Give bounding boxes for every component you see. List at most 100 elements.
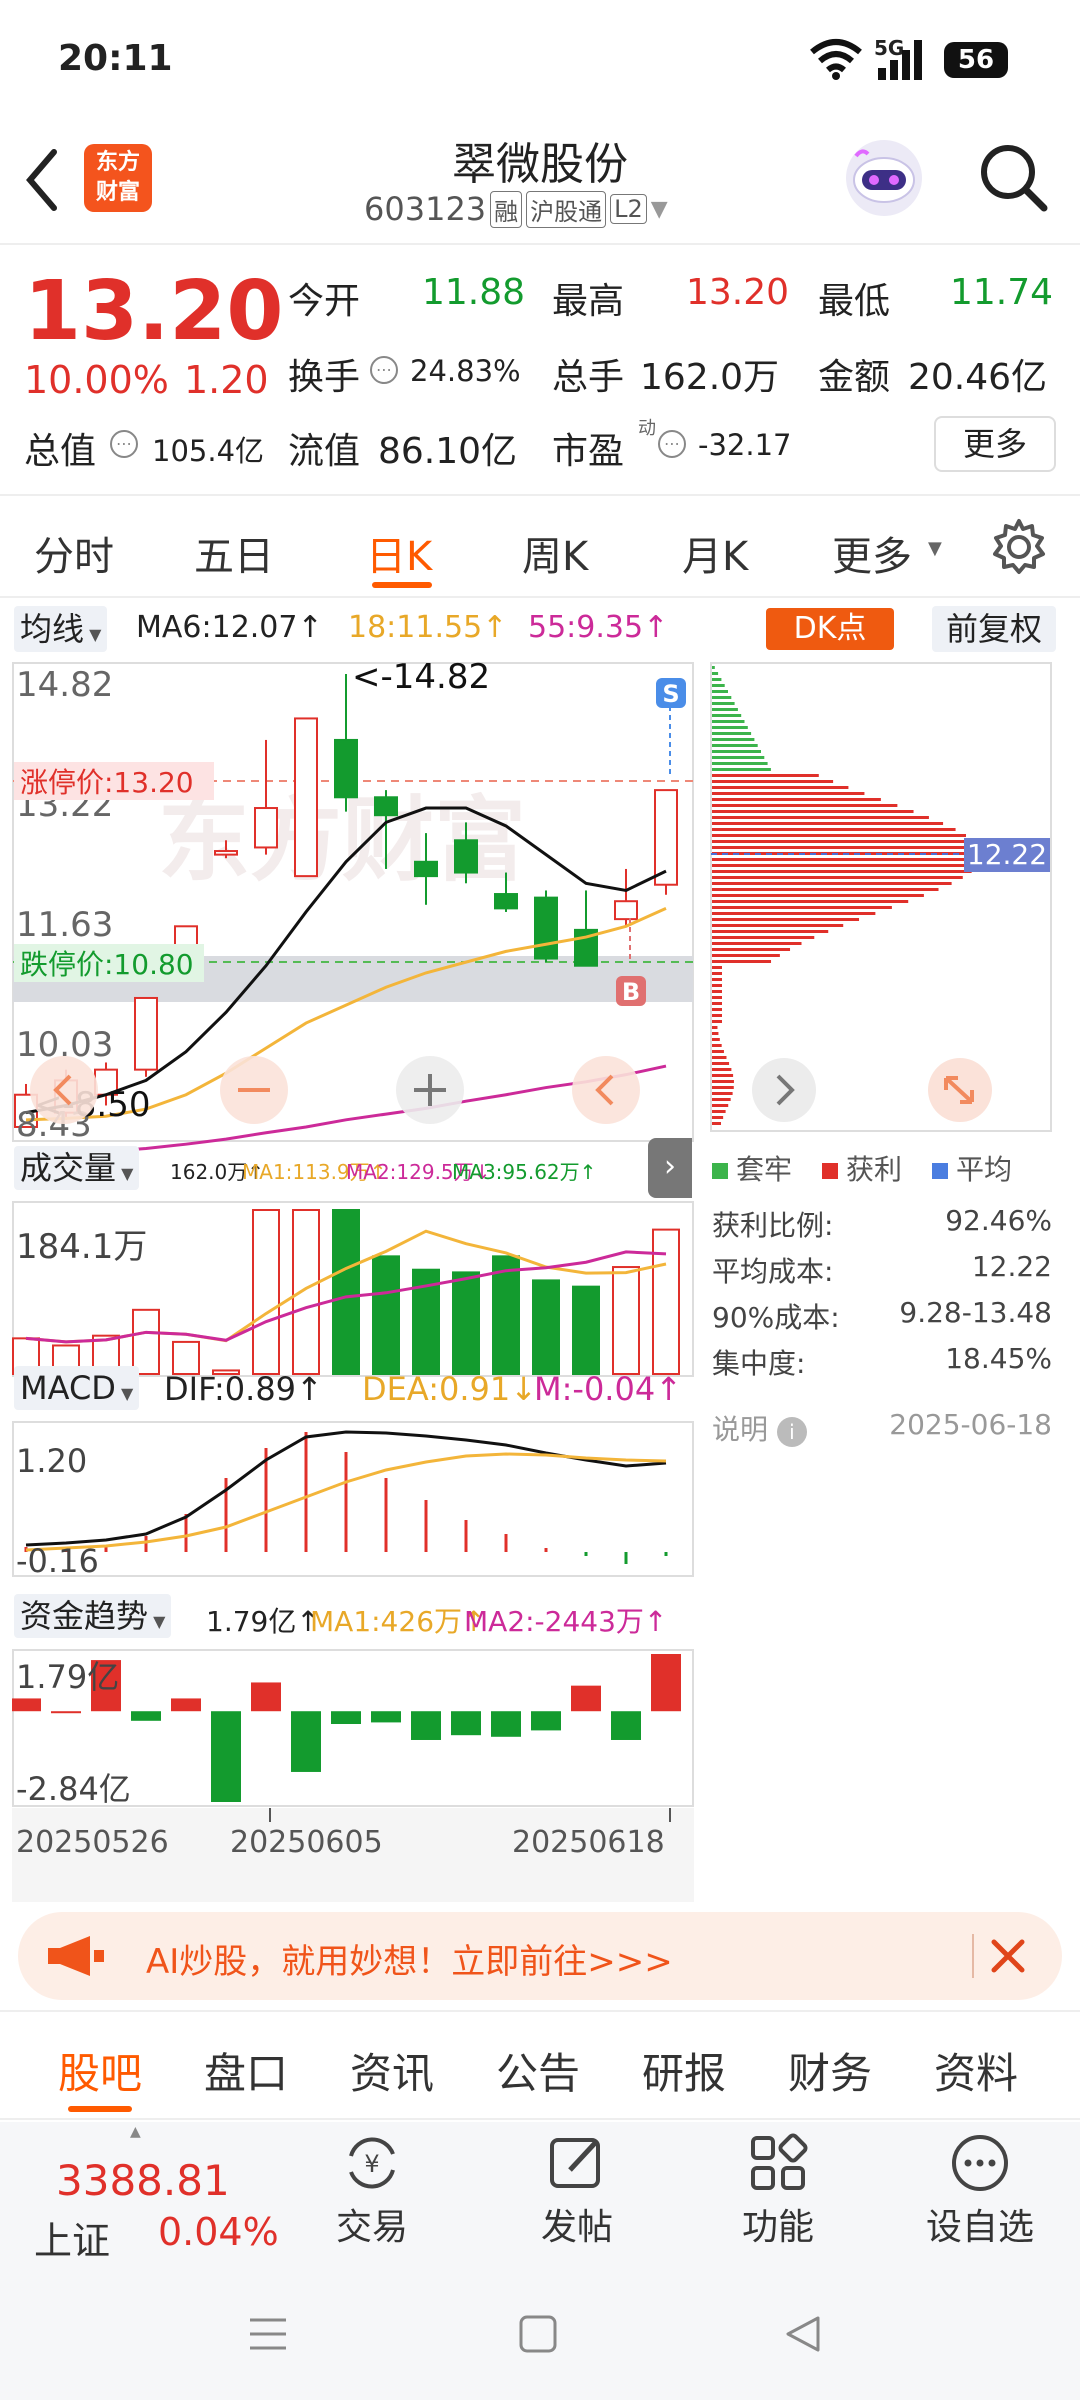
chevron-up-icon[interactable]: ▲ [130,2124,141,2140]
chip-bar [712,786,849,789]
high-label: 最高 [552,281,625,322]
scroll-left-button [30,1056,98,1124]
wifi-icon [810,39,862,80]
tab-profile[interactable]: 资料 [934,2040,1018,2101]
ma55-value: 55:9.35↑ [528,610,669,645]
tab-announcement[interactable]: 公告 [496,2040,580,2101]
volume-bar [132,1308,160,1376]
info-icon[interactable]: ⋯ [658,430,686,458]
tab-pankou[interactable]: 盘口 [204,2040,288,2101]
tab-daily-k[interactable]: 日K [366,524,432,582]
macd-select-label: MACD [20,1369,116,1407]
chip-bar [712,990,722,993]
edit-icon [550,2138,600,2188]
tab-guba[interactable]: 股吧 [58,2040,142,2101]
chip-bar [712,768,771,771]
more-quote-button[interactable]: 更多 [934,416,1056,472]
chip-bar [712,828,956,831]
tab-five-day[interactable]: 五日 [194,524,274,582]
info-icon: i [776,1417,807,1447]
kline-svg[interactable]: 东方财富 14.82 13.22 11.63 10.03 8.43 涨停价:13… [12,662,694,1902]
adjust-button[interactable]: 前复权 [932,606,1056,652]
tab-weekly-k[interactable]: 周K [522,524,588,582]
pe-label: 市盈 [552,431,625,472]
watchlist-label: 设自选 [925,2207,1034,2248]
chip-bar [712,984,722,987]
function-button[interactable]: 功能 [736,2132,820,2250]
chip-bar [712,960,772,963]
chip-bar [712,1062,730,1065]
chip-bar [712,756,765,759]
chip-bar [712,834,967,837]
level-tag: L2 [610,194,647,224]
info-icon[interactable]: ⋯ [110,430,138,458]
volume-bar [332,1209,360,1375]
ma-indicator-select[interactable]: 均线 ▼ [14,606,108,652]
macd-y-bottom: -0.16 [16,1542,99,1580]
low-label: 最低 [818,281,891,322]
post-button[interactable]: 发帖 [532,2132,622,2250]
chip-note-row: 说明 i 2025-06-18 [712,1408,1052,1448]
ma6-value: MA6:12.07↑ [136,610,323,645]
sell-marker-text: S [662,680,679,708]
chip-bar [712,798,881,801]
fund-indicator-select[interactable]: 资金趋势 ▼ [14,1594,172,1638]
tab-monthly-k[interactable]: 月K [682,524,748,582]
volume-bar [252,1209,280,1375]
amount-label: 金额 [818,357,891,398]
menu-icon[interactable] [248,2314,288,2354]
back-nav-icon[interactable] [782,2314,822,2354]
chip-bar [712,1104,729,1107]
close-icon[interactable] [988,1936,1028,1976]
chip-distribution-chart[interactable]: 12.22 [710,662,1052,1132]
chip-stat-row: 平均成本: 12.22 [712,1250,1052,1288]
grid-icon [751,2133,808,2190]
chip-bar [712,1110,726,1113]
add-watchlist-button[interactable]: 设自选 [916,2132,1044,2250]
float-cap-value: 86.10亿 [378,431,518,472]
chip-bar [712,1116,724,1119]
svg-text:¥: ¥ [364,2150,379,2178]
robot-assistant-icon[interactable] [842,136,926,220]
expand-panel-button[interactable]: › [648,1138,692,1198]
chip-bar [712,936,815,939]
tab-news[interactable]: 资讯 [350,2040,434,2101]
tab-finance[interactable]: 财务 [788,2040,872,2101]
index-value[interactable]: 3388.81 [56,2156,230,2205]
chip-bar [712,1086,734,1089]
chip-note-link[interactable]: 说明 i [712,1408,807,1448]
trade-label: 交易 [335,2207,408,2248]
active-tab-indicator [372,582,432,588]
fund-ma1: MA1:426万↑ [310,1605,486,1638]
index-change: 0.04% [158,2210,279,2254]
chip-bar [712,720,745,723]
more-dots-icon [952,2135,1008,2191]
tab-more[interactable]: 更多 [832,524,912,582]
dk-point-button[interactable]: DK点 [766,608,894,650]
chip-bar [712,774,819,777]
info-icon[interactable]: ⋯ [370,356,398,384]
chip-bar [712,1080,734,1083]
volume-bar [652,1228,680,1376]
status-time: 20:11 [58,38,173,79]
settings-gear-icon[interactable] [990,518,1048,576]
period-tabs: 分时 五日 日K 周K 月K 更多 ▼ [0,498,1080,598]
change-percent: 10.00% [24,358,169,402]
chip-bar [712,738,755,741]
tab-research[interactable]: 研报 [642,2040,726,2101]
tab-intraday[interactable]: 分时 [34,524,114,582]
limit-up-label: 涨停价:13.20 [20,766,194,799]
trade-button[interactable]: ¥ 交易 [330,2132,414,2250]
candle-body [614,900,638,921]
stock-code-row[interactable]: 603123 融 沪股通 L2 ▼ [364,190,668,228]
fund-bar [451,1711,481,1736]
volume-indicator-select[interactable]: 成交量 ▼ [14,1146,140,1190]
chip-bar [712,804,898,807]
home-icon[interactable] [518,2314,558,2354]
ai-promo-banner[interactable]: AI炒股，就用妙想！立即前往>>> [18,1912,1062,2000]
chip-date: 2025-06-18 [889,1408,1052,1441]
search-icon[interactable] [976,140,1052,216]
macd-indicator-select[interactable]: MACD ▼ [14,1366,140,1410]
fund-bar [211,1711,241,1802]
stock-header: 东方 财富 翠微股份 603123 融 沪股通 L2 ▼ [0,120,1080,245]
